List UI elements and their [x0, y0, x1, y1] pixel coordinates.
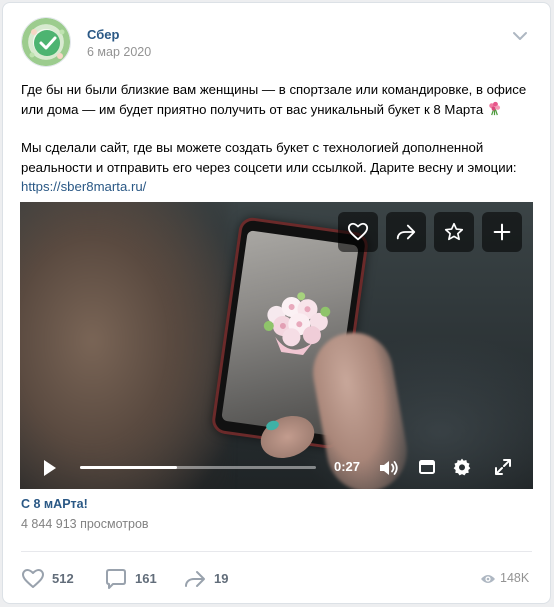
sber-logo-icon	[29, 29, 65, 59]
star-icon	[444, 222, 464, 241]
share-icon	[185, 571, 205, 587]
video-views: 4 844 913 просмотров	[21, 517, 149, 531]
eye-icon	[481, 575, 495, 583]
post-paragraph-2: Мы сделали сайт, где вы можете создать б…	[21, 140, 517, 175]
settings-icon[interactable]	[452, 457, 472, 477]
author-name[interactable]: Сбер	[87, 27, 119, 42]
progress-bar[interactable]	[80, 466, 316, 469]
post-views: 148K	[480, 571, 530, 589]
share-video-button[interactable]	[386, 212, 426, 252]
avatar[interactable]	[21, 17, 71, 67]
fullscreen-icon[interactable]	[494, 458, 512, 476]
progress-fill	[80, 466, 177, 469]
post-header: Сбер 6 мар 2020	[21, 17, 532, 69]
like-button[interactable]: 512	[21, 567, 81, 591]
bouquet-emoji-icon	[489, 101, 500, 115]
plus-icon	[493, 223, 511, 241]
miniplayer-icon[interactable]	[418, 458, 436, 476]
video-player[interactable]: 0:27	[20, 202, 533, 489]
like-video-button[interactable]	[338, 212, 378, 252]
play-icon[interactable]	[42, 459, 58, 477]
bookmark-video-button[interactable]	[434, 212, 474, 252]
share-count: 19	[214, 571, 229, 586]
heart-icon	[22, 569, 44, 588]
video-title[interactable]: С 8 мАРта!	[21, 497, 88, 511]
post-date[interactable]: 6 мар 2020	[87, 45, 151, 59]
share-icon	[396, 224, 416, 240]
post-text: Где бы ни были близкие вам женщины — в с…	[21, 80, 541, 197]
comment-button[interactable]: 161	[104, 567, 164, 591]
divider	[21, 551, 532, 552]
heart-icon	[347, 222, 369, 241]
chevron-down-icon[interactable]	[512, 31, 528, 41]
comment-count: 161	[135, 571, 157, 586]
post-paragraph-1: Где бы ни были близкие вам женщины — в с…	[21, 82, 527, 117]
post-card: Сбер 6 мар 2020 Где бы ни были близкие в…	[2, 2, 551, 604]
share-button[interactable]: 19	[183, 567, 238, 591]
video-time: 0:27	[334, 459, 361, 474]
volume-icon[interactable]	[378, 458, 400, 478]
post-views-count: 148K	[500, 571, 530, 585]
add-video-button[interactable]	[482, 212, 522, 252]
post-link[interactable]: https://sber8marta.ru/	[21, 179, 146, 194]
like-count: 512	[52, 571, 74, 586]
comment-icon	[106, 569, 126, 589]
